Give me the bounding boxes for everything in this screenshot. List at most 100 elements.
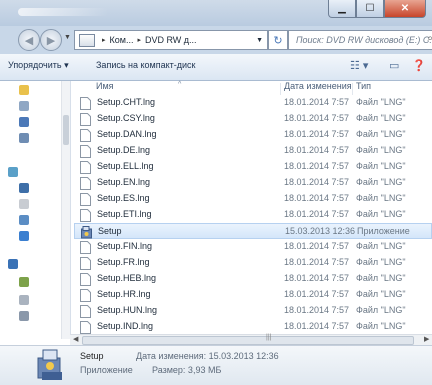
- address-bar[interactable]: ▸ Ком... ▸ DVD RW д... ▼: [74, 30, 268, 50]
- file-name: Setup.FIN.lng: [97, 241, 153, 251]
- local-disk-icon[interactable]: [19, 277, 29, 287]
- file-row[interactable]: Setup.DE.lng 18.01.2014 7:57 Файл "LNG": [74, 143, 432, 159]
- back-button[interactable]: ◀: [18, 29, 40, 51]
- libraries-icon[interactable]: [8, 167, 18, 177]
- file-row[interactable]: Setup.FR.lng 18.01.2014 7:57 Файл "LNG": [74, 255, 432, 271]
- breadcrumb-computer[interactable]: Ком...: [110, 35, 134, 45]
- file-date: 18.01.2014 7:57: [284, 305, 350, 315]
- drive-icon[interactable]: [19, 295, 29, 305]
- burn-button[interactable]: Запись на компакт-диск: [96, 60, 196, 70]
- help-icon[interactable]: ❓: [412, 59, 426, 72]
- file-date: 18.01.2014 7:57: [284, 193, 350, 203]
- file-name: Setup.CHT.lng: [97, 97, 156, 107]
- file-type: Файл "LNG": [356, 289, 406, 299]
- pictures-icon[interactable]: [19, 215, 29, 225]
- chevron-right-icon[interactable]: ▸: [102, 36, 106, 44]
- file-row[interactable]: Setup.HR.lng 18.01.2014 7:57 Файл "LNG": [74, 287, 432, 303]
- command-bar: Упорядочить ▾ Запись на компакт-диск ☷ ▾…: [0, 54, 432, 81]
- file-date: 18.01.2014 7:57: [284, 321, 350, 331]
- file-row[interactable]: Setup.ES.lng 18.01.2014 7:57 Файл "LNG": [74, 191, 432, 207]
- maximize-button[interactable]: ☐: [356, 0, 384, 18]
- document-icon: [80, 241, 91, 254]
- search-icon[interactable]: ⌕: [427, 33, 432, 44]
- details-size: Размер: 3,93 МБ: [152, 365, 222, 375]
- forward-button[interactable]: ▶: [40, 29, 62, 51]
- file-row[interactable]: Setup.EN.lng 18.01.2014 7:57 Файл "LNG": [74, 175, 432, 191]
- file-name: Setup.ETI.lng: [97, 209, 152, 219]
- file-row[interactable]: Setup.FIN.lng 18.01.2014 7:57 Файл "LNG": [74, 239, 432, 255]
- dvd-drive-icon[interactable]: [19, 311, 29, 321]
- column-divider[interactable]: [280, 83, 281, 95]
- computer-nav-icon[interactable]: [8, 259, 18, 269]
- file-date: 18.01.2014 7:57: [284, 97, 350, 107]
- file-date: 18.01.2014 7:57: [284, 129, 350, 139]
- horizontal-scroll-thumb[interactable]: [82, 336, 414, 345]
- breadcrumb-dvd[interactable]: DVD RW д...: [145, 35, 197, 45]
- file-name: Setup.IND.lng: [97, 321, 154, 331]
- view-options-icon[interactable]: ☷ ▾: [350, 59, 368, 72]
- recent-pages-dropdown[interactable]: ▼: [64, 34, 71, 41]
- music-icon[interactable]: [19, 231, 29, 241]
- sort-arrow-icon: ^: [178, 81, 182, 88]
- file-row[interactable]: Setup.DAN.lng 18.01.2014 7:57 Файл "LNG": [74, 127, 432, 143]
- recent-places-icon[interactable]: [19, 133, 29, 143]
- address-dropdown-icon[interactable]: ▼: [256, 37, 263, 44]
- nav-scrollbar[interactable]: [61, 81, 70, 339]
- desktop-icon[interactable]: [19, 117, 29, 127]
- file-row[interactable]: Setup.CHT.lng 18.01.2014 7:57 Файл "LNG": [74, 95, 432, 111]
- document-icon: [80, 113, 91, 126]
- document-icon: [80, 193, 91, 206]
- document-icon: [80, 257, 91, 270]
- file-type: Файл "LNG": [356, 145, 406, 155]
- file-row[interactable]: Setup.HEB.lng 18.01.2014 7:57 Файл "LNG": [74, 271, 432, 287]
- refresh-button[interactable]: ↻: [268, 30, 288, 50]
- document-icon: [80, 289, 91, 302]
- document-icon: [80, 145, 91, 158]
- file-date: 18.01.2014 7:57: [284, 241, 350, 251]
- file-name: Setup.HEB.lng: [97, 273, 157, 283]
- computer-icon: [79, 33, 95, 47]
- video-icon[interactable]: [19, 183, 29, 193]
- horizontal-scrollbar[interactable]: ◀ ||| ▶: [70, 334, 432, 345]
- nav-scroll-thumb[interactable]: [63, 115, 69, 145]
- file-row-selected[interactable]: Setup 15.03.2013 12:36 Приложение: [74, 223, 432, 239]
- scroll-left-icon[interactable]: ◀: [73, 335, 78, 343]
- file-row[interactable]: Setup.HUN.lng 18.01.2014 7:57 Файл "LNG": [74, 303, 432, 319]
- file-name: Setup.DAN.lng: [97, 129, 157, 139]
- document-icon: [80, 209, 91, 222]
- minimize-button[interactable]: ▁: [328, 0, 356, 18]
- file-row[interactable]: Setup.ELL.lng 18.01.2014 7:57 Файл "LNG": [74, 159, 432, 175]
- document-icon: [80, 177, 91, 190]
- file-row[interactable]: Setup.CSY.lng 18.01.2014 7:57 Файл "LNG": [74, 111, 432, 127]
- file-date: 18.01.2014 7:57: [284, 113, 350, 123]
- chevron-right-icon[interactable]: ▸: [137, 36, 141, 44]
- file-type: Файл "LNG": [356, 161, 406, 171]
- file-row[interactable]: Setup.IND.lng 18.01.2014 7:57 Файл "LNG": [74, 319, 432, 334]
- file-row[interactable]: Setup.ETI.lng 18.01.2014 7:57 Файл "LNG": [74, 207, 432, 223]
- downloads-icon[interactable]: [19, 101, 29, 111]
- organize-button[interactable]: Упорядочить ▾: [8, 60, 69, 71]
- file-type: Файл "LNG": [356, 113, 406, 123]
- file-date: 15.03.2013 12:36: [285, 226, 356, 236]
- file-type: Файл "LNG": [356, 321, 406, 331]
- file-type: Приложение: [357, 226, 410, 236]
- column-divider[interactable]: [352, 83, 353, 95]
- column-header-type[interactable]: Тип: [356, 81, 371, 95]
- documents-icon[interactable]: [19, 199, 29, 209]
- file-name: Setup.CSY.lng: [97, 113, 155, 123]
- document-icon: [80, 305, 91, 318]
- column-header-name[interactable]: Имя: [96, 81, 114, 95]
- file-date: 18.01.2014 7:57: [284, 273, 350, 283]
- setup-app-icon: [37, 349, 62, 380]
- search-input[interactable]: Поиск: DVD RW дисковод (E:) С...: [289, 35, 432, 45]
- document-icon: [80, 129, 91, 142]
- close-button[interactable]: ✕: [384, 0, 426, 18]
- grip-icon: |||: [266, 334, 272, 341]
- column-header-date[interactable]: Дата изменения: [284, 81, 352, 95]
- document-icon: [80, 273, 91, 286]
- preview-pane-icon[interactable]: ▭: [389, 59, 399, 72]
- search-box[interactable]: Поиск: DVD RW дисковод (E:) С... ⌕: [288, 30, 432, 50]
- scroll-right-icon[interactable]: ▶: [424, 335, 429, 343]
- favorites-icon[interactable]: [19, 85, 29, 95]
- file-type: Файл "LNG": [356, 209, 406, 219]
